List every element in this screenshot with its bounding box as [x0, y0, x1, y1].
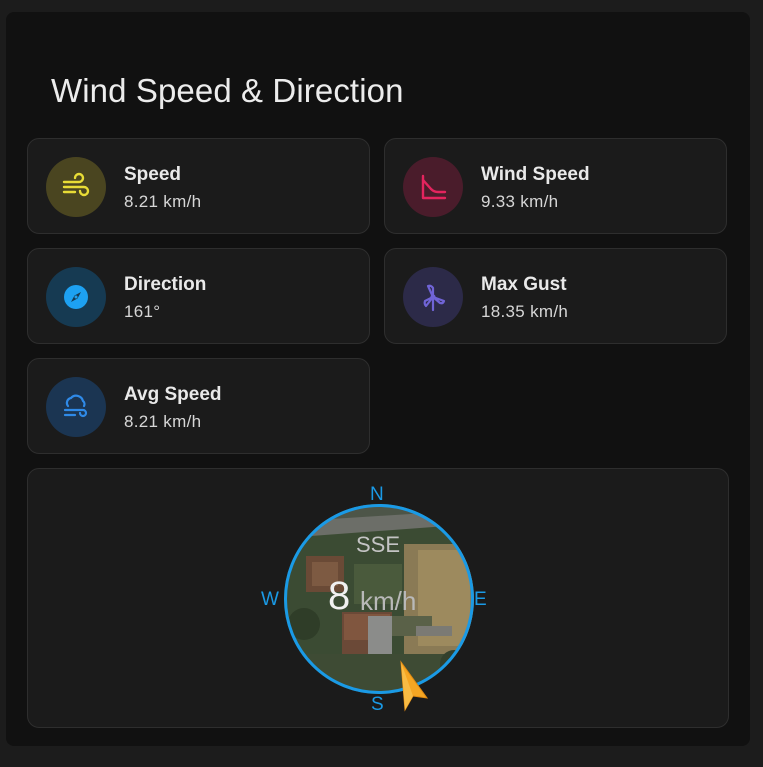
tile-speed[interactable]: Speed 8.21 km/h — [27, 138, 370, 234]
wind-turbine-icon — [403, 267, 463, 327]
wind-lines-icon — [46, 157, 106, 217]
card-title: Wind Speed & Direction — [51, 72, 404, 109]
tile-label: Wind Speed — [481, 164, 590, 185]
tile-value: 9.33 km/h — [481, 192, 559, 211]
tile-max-gust[interactable]: Max Gust 18.35 km/h — [384, 248, 727, 344]
tile-label: Max Gust — [481, 274, 567, 295]
wind-direction-arrow-icon — [400, 660, 429, 712]
compass-icon — [46, 267, 106, 327]
compass-east-label: E — [474, 589, 487, 610]
tile-direction[interactable]: Direction 161° — [27, 248, 370, 344]
wind-speed-value: 8 — [328, 574, 351, 618]
cloud-wind-icon — [46, 377, 106, 437]
tile-label: Speed — [124, 164, 182, 185]
tile-value: 18.35 km/h — [481, 302, 569, 321]
tile-label: Direction — [124, 274, 207, 295]
compass-west-label: W — [261, 589, 279, 610]
tile-label: Avg Speed — [124, 384, 222, 405]
wind-direction-label: SSE — [355, 532, 401, 557]
decay-chart-icon — [403, 157, 463, 217]
tile-value: 161° — [124, 302, 161, 321]
tile-avg-speed[interactable]: Avg Speed 8.21 km/h — [27, 358, 370, 454]
compass-south-label: S — [371, 694, 384, 715]
tile-wind-speed[interactable]: Wind Speed 9.33 km/h — [384, 138, 727, 234]
tile-value: 8.21 km/h — [124, 192, 202, 211]
tile-value: 8.21 km/h — [124, 412, 202, 431]
compass-north-label: N — [370, 484, 384, 505]
wind-speed-unit: km/h — [360, 586, 417, 616]
